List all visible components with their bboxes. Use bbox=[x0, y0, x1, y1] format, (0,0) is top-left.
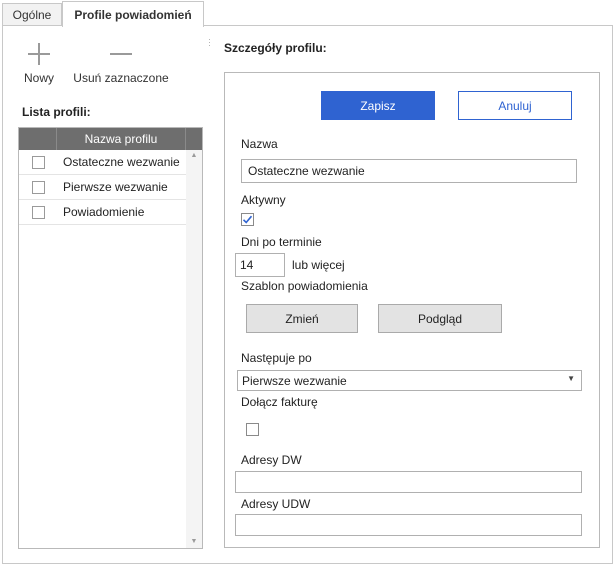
list-header: Nazwa profilu bbox=[19, 128, 202, 150]
days-after-due-input[interactable] bbox=[235, 253, 285, 277]
tab-bar: Ogólne Profile powiadomień bbox=[0, 0, 615, 27]
plus-icon bbox=[23, 41, 55, 67]
column-header-profile-name[interactable]: Nazwa profilu bbox=[57, 128, 186, 150]
row-checkbox[interactable] bbox=[31, 180, 45, 194]
active-checkbox[interactable] bbox=[241, 213, 254, 226]
cancel-button[interactable]: Anuluj bbox=[458, 91, 572, 120]
check-icon bbox=[242, 215, 253, 224]
list-rows: Ostateczne wezwanie Pierwsze wezwanie Po… bbox=[19, 150, 186, 225]
bcc-addresses-label: Adresy UDW bbox=[241, 497, 311, 511]
cc-addresses-input[interactable] bbox=[235, 471, 582, 493]
cc-addresses-label: Adresy DW bbox=[241, 453, 302, 467]
list-row[interactable]: Pierwsze wezwanie bbox=[19, 175, 186, 200]
row-name: Ostateczne wezwanie bbox=[63, 155, 180, 169]
active-label: Aktywny bbox=[241, 193, 286, 207]
name-label: Nazwa bbox=[241, 137, 278, 151]
row-checkbox[interactable] bbox=[31, 155, 45, 169]
row-name: Powiadomienie bbox=[63, 205, 145, 219]
days-suffix-label: lub więcej bbox=[292, 258, 345, 272]
attach-invoice-label: Dołącz fakturę bbox=[241, 395, 318, 409]
delete-selected-button[interactable]: Usuń zaznaczone bbox=[73, 41, 169, 85]
row-checkbox[interactable] bbox=[31, 205, 45, 219]
tab-panel: Nowy Usuń zaznaczone · · · Lista profili: … bbox=[2, 25, 613, 564]
select-all-header bbox=[19, 128, 57, 150]
delete-selected-label: Usuń zaznaczone bbox=[73, 71, 169, 85]
notification-template-label: Szablon powiadomienia bbox=[241, 279, 368, 293]
follows-after-select[interactable]: Pierwsze wezwanie ▼ bbox=[237, 370, 582, 391]
tab-notification-profiles[interactable]: Profile powiadomień bbox=[62, 1, 204, 27]
scroll-down-icon[interactable]: ▼ bbox=[186, 536, 202, 548]
minus-icon bbox=[73, 41, 169, 67]
follows-after-value: Pierwsze wezwanie bbox=[242, 373, 347, 388]
attach-invoice-checkbox[interactable] bbox=[246, 423, 259, 436]
splitter-handle[interactable]: · · · bbox=[208, 35, 212, 50]
profile-list-title: Lista profili: bbox=[22, 105, 91, 119]
list-row[interactable]: Powiadomienie bbox=[19, 200, 186, 225]
follows-after-label: Następuje po bbox=[241, 351, 312, 365]
name-input[interactable] bbox=[241, 159, 577, 183]
new-button-label: Nowy bbox=[23, 71, 54, 85]
list-row[interactable]: Ostateczne wezwanie bbox=[19, 150, 186, 175]
change-template-button[interactable]: Zmień bbox=[246, 304, 358, 333]
new-button[interactable]: Nowy bbox=[23, 41, 55, 85]
save-button[interactable]: Zapisz bbox=[321, 91, 435, 120]
row-name: Pierwsze wezwanie bbox=[63, 180, 168, 194]
bcc-addresses-input[interactable] bbox=[235, 514, 582, 536]
chevron-down-icon: ▼ bbox=[567, 374, 575, 383]
preview-button[interactable]: Podgląd bbox=[378, 304, 502, 333]
profile-details-title: Szczegóły profilu: bbox=[224, 41, 327, 55]
days-after-due-label: Dni po terminie bbox=[241, 235, 322, 249]
profile-list: Nazwa profilu Ostateczne wezwanie Pierws… bbox=[18, 127, 203, 549]
profile-details-box: Zapisz Anuluj Nazwa Aktywny Dni po termi… bbox=[224, 72, 600, 548]
list-scrollbar[interactable]: ▲ ▼ bbox=[186, 150, 202, 548]
scroll-up-icon[interactable]: ▲ bbox=[186, 150, 202, 162]
tab-general[interactable]: Ogólne bbox=[2, 3, 62, 26]
